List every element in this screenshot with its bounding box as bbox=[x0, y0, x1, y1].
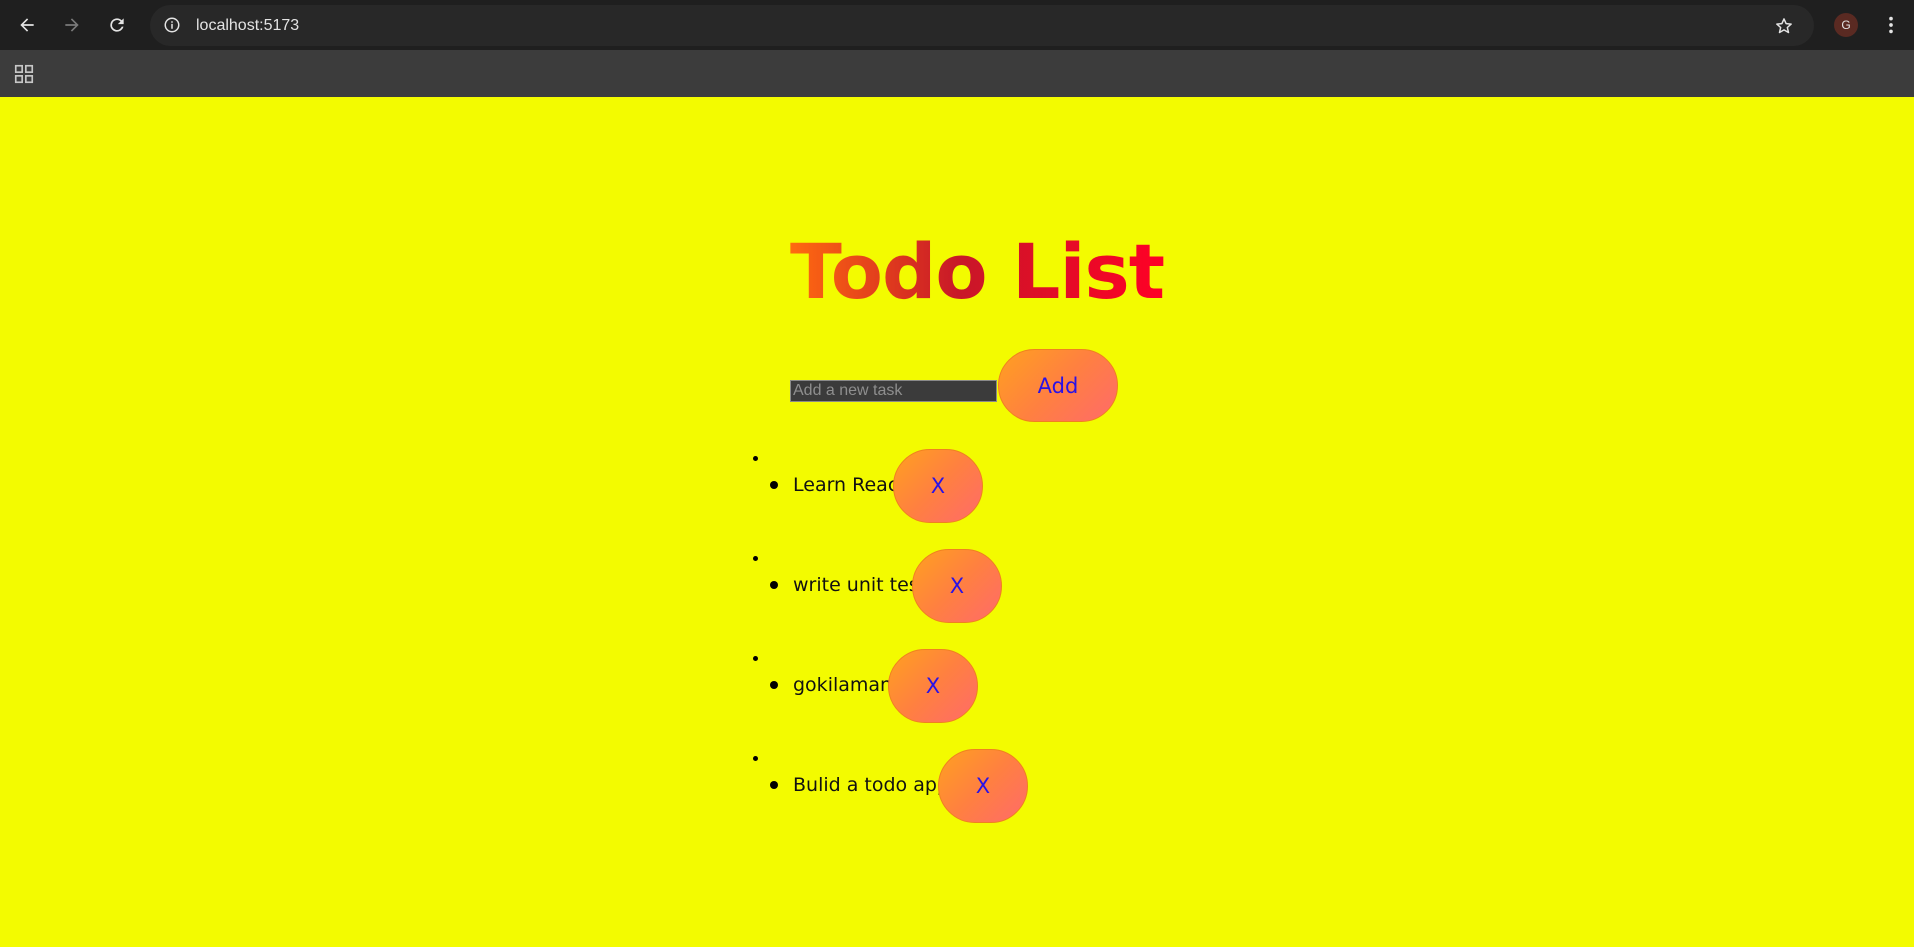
forward-button[interactable] bbox=[55, 8, 89, 42]
task-text: Learn React bbox=[793, 474, 906, 496]
reload-icon bbox=[110, 18, 124, 32]
todo-app: Todo List Add Learn React X write unit t… bbox=[0, 97, 1914, 947]
page-title: Todo List bbox=[790, 227, 1165, 316]
url-text[interactable]: localhost:5173 bbox=[196, 5, 299, 46]
reload-button[interactable] bbox=[100, 8, 134, 42]
bullet bbox=[770, 481, 778, 489]
add-button[interactable]: Add bbox=[998, 349, 1118, 422]
task-text: gokilamani bbox=[793, 674, 898, 696]
delete-task-button[interactable]: X bbox=[893, 449, 983, 523]
task-text: Bulid a todo app bbox=[793, 774, 949, 796]
delete-task-button[interactable]: X bbox=[938, 749, 1028, 823]
new-task-input[interactable] bbox=[790, 380, 997, 402]
delete-task-button[interactable]: X bbox=[888, 649, 978, 723]
arrow-left-icon bbox=[20, 18, 34, 32]
bullet bbox=[770, 781, 778, 789]
profile-avatar[interactable]: G bbox=[1834, 13, 1858, 37]
arrow-right-icon bbox=[65, 18, 79, 32]
bookmarks-bar bbox=[0, 50, 1914, 97]
info-icon[interactable] bbox=[160, 13, 184, 37]
task-text: write unit test bbox=[793, 574, 927, 596]
browser-toolbar: localhost:5173 G bbox=[0, 0, 1914, 50]
bullet bbox=[770, 581, 778, 589]
address-bar[interactable]: localhost:5173 bbox=[150, 5, 1814, 46]
apps-grid-icon[interactable] bbox=[10, 60, 38, 88]
back-button[interactable] bbox=[10, 8, 44, 42]
more-vert-icon[interactable] bbox=[1877, 10, 1905, 40]
delete-task-button[interactable]: X bbox=[912, 549, 1002, 623]
bullet bbox=[770, 681, 778, 689]
star-icon[interactable] bbox=[1772, 14, 1796, 38]
